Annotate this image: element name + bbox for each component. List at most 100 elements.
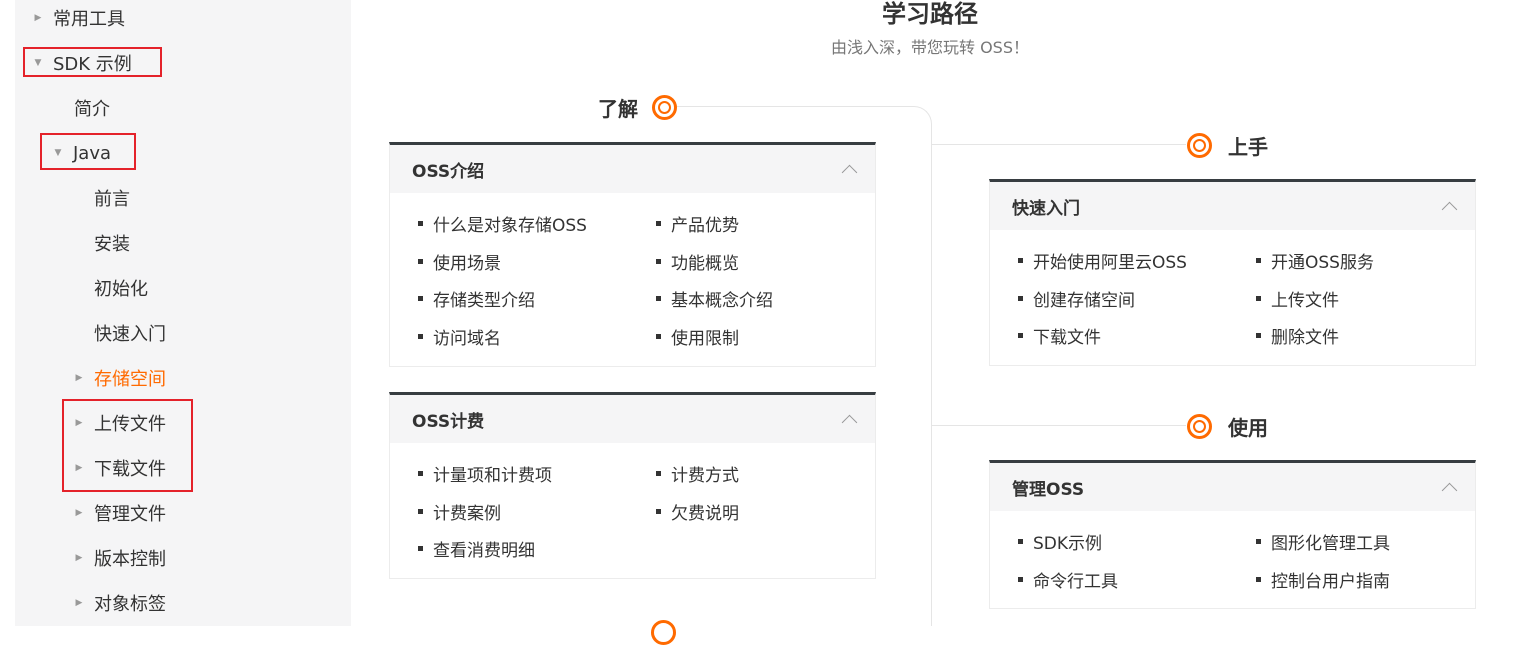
link-label: 下载文件 — [1033, 328, 1101, 349]
sidebar-item-preface[interactable]: 前言 — [94, 183, 130, 213]
link-label: 基本概念介绍 — [671, 291, 773, 312]
bullet-icon — [1018, 258, 1023, 264]
card-link-list: SDK示例 图形化管理工具 命令行工具 控制台用户指南 — [990, 511, 1475, 608]
bullet-icon — [1256, 333, 1261, 339]
card-link[interactable]: 计量项和计费项 — [418, 455, 656, 493]
sidebar-item-label: 存储空间 — [94, 369, 166, 390]
bullet-icon — [418, 546, 423, 552]
bullet-icon — [1256, 295, 1261, 301]
sidebar-item-object-tagging[interactable]: ▶ 对象标签 — [74, 588, 166, 618]
card-link[interactable]: 基本概念介绍 — [656, 280, 856, 318]
card-title: 快速入门 — [1012, 198, 1080, 219]
card-link[interactable]: SDK示例 — [1018, 523, 1256, 561]
card-link[interactable]: 使用限制 — [656, 318, 856, 356]
stage-use: 使用 — [1187, 412, 1268, 441]
bullet-icon — [656, 508, 661, 514]
card-link[interactable]: 控制台用户指南 — [1256, 561, 1456, 599]
card-header[interactable]: 管理OSS — [990, 463, 1475, 511]
sidebar-item-bucket[interactable]: ▶ 存储空间 — [74, 363, 166, 393]
bullet-icon — [1018, 576, 1023, 582]
card-link[interactable]: 上传文件 — [1256, 280, 1456, 318]
sidebar-item-versioning[interactable]: ▶ 版本控制 — [74, 543, 166, 573]
link-label: 使用场景 — [433, 253, 501, 274]
link-label: 使用限制 — [671, 328, 739, 349]
sidebar-item-install[interactable]: 安装 — [94, 228, 130, 258]
link-label: 存储类型介绍 — [433, 291, 535, 312]
sidebar-item-label: 上传文件 — [94, 414, 166, 435]
bullet-icon — [1018, 333, 1023, 339]
card-link[interactable]: 开始使用阿里云OSS — [1018, 242, 1256, 280]
link-label: 计费案例 — [433, 503, 501, 524]
link-label: 命令行工具 — [1033, 571, 1118, 592]
link-label: 功能概览 — [671, 253, 739, 274]
timeline-line — [931, 144, 1186, 145]
card-link-list: 开始使用阿里云OSS 开通OSS服务 创建存储空间 上传文件 下载文件 删除文件 — [990, 230, 1475, 365]
bullet-icon — [418, 333, 423, 339]
card-header[interactable]: 快速入门 — [990, 182, 1475, 230]
card-link[interactable]: 产品优势 — [656, 205, 856, 243]
bullet-icon — [1256, 258, 1261, 264]
card-link[interactable]: 欠费说明 — [656, 493, 856, 531]
card-link-list: 什么是对象存储OSS 产品优势 使用场景 功能概览 存储类型介绍 基本概念介绍 … — [390, 193, 875, 365]
bullet-icon — [1018, 295, 1023, 301]
chevron-up-icon[interactable] — [1441, 482, 1458, 498]
card-header[interactable]: OSS介绍 — [390, 145, 875, 193]
card-link[interactable]: 计费方式 — [656, 455, 856, 493]
caret-right-icon: ▶ — [75, 373, 83, 383]
chevron-up-icon[interactable] — [841, 414, 858, 430]
card-link[interactable]: 计费案例 — [418, 493, 656, 531]
card-link[interactable]: 访问域名 — [418, 318, 656, 356]
link-label: 控制台用户指南 — [1271, 571, 1390, 592]
card-oss-billing: OSS计费 计量项和计费项 计费方式 计费案例 欠费说明 查看消费明细 — [389, 392, 876, 579]
link-label: 产品优势 — [671, 216, 739, 237]
sidebar-item-java[interactable]: ▼ Java — [53, 138, 112, 168]
chevron-up-icon[interactable] — [1441, 201, 1458, 217]
sidebar-item-intro[interactable]: 简介 — [74, 93, 110, 123]
timeline-line — [676, 106, 913, 107]
card-link[interactable]: 使用场景 — [418, 243, 656, 281]
card-link[interactable]: 查看消费明细 — [418, 530, 656, 568]
sidebar-item-label: 管理文件 — [94, 504, 166, 525]
bullet-icon — [656, 221, 661, 227]
page-subtitle: 由浅入深，带您玩转 OSS！ — [831, 38, 1029, 57]
sidebar-item-manage-files[interactable]: ▶ 管理文件 — [74, 498, 166, 528]
sidebar-item-upload[interactable]: ▶ 上传文件 — [74, 408, 166, 438]
caret-right-icon: ▶ — [75, 598, 83, 608]
sidebar-item-label: Java — [73, 142, 112, 164]
sidebar-item-quickstart[interactable]: 快速入门 — [94, 318, 166, 348]
link-label: 图形化管理工具 — [1271, 534, 1390, 555]
sidebar-item-label: 快速入门 — [94, 324, 166, 345]
card-link[interactable]: 开通OSS服务 — [1256, 242, 1456, 280]
card-link[interactable]: 命令行工具 — [1018, 561, 1256, 599]
link-label: 计费方式 — [671, 466, 739, 487]
sidebar-nav: ▶ 常用工具 ▼ SDK 示例 简介 ▼ Java 前言 安装 初始化 快速入门… — [15, 0, 351, 626]
timeline-line — [931, 425, 1186, 426]
chevron-up-icon[interactable] — [841, 164, 858, 180]
bullet-icon — [1256, 539, 1261, 545]
card-link[interactable]: 图形化管理工具 — [1256, 523, 1456, 561]
sidebar-item-init[interactable]: 初始化 — [94, 273, 148, 303]
sidebar-item-label: 简介 — [74, 99, 110, 120]
timeline-line — [931, 144, 932, 626]
card-link[interactable]: 下载文件 — [1018, 317, 1256, 355]
sidebar-item-download[interactable]: ▶ 下载文件 — [74, 453, 166, 483]
bullet-icon — [418, 471, 423, 477]
caret-right-icon: ▶ — [75, 553, 83, 563]
caret-down-icon: ▼ — [54, 148, 62, 158]
link-label: 开通OSS服务 — [1271, 253, 1374, 274]
link-label: 欠费说明 — [671, 503, 739, 524]
card-header[interactable]: OSS计费 — [390, 395, 875, 443]
sidebar-item-label: 下载文件 — [94, 459, 166, 480]
timeline-node-icon — [652, 95, 677, 120]
card-link[interactable]: 什么是对象存储OSS — [418, 205, 656, 243]
card-link[interactable]: 存储类型介绍 — [418, 280, 656, 318]
bullet-icon — [418, 258, 423, 264]
card-link[interactable]: 创建存储空间 — [1018, 280, 1256, 318]
caret-right-icon: ▶ — [75, 418, 83, 428]
card-link[interactable]: 功能概览 — [656, 243, 856, 281]
card-link[interactable]: 删除文件 — [1256, 317, 1456, 355]
timeline-node-icon — [651, 620, 676, 645]
page-title: 学习路径 — [882, 0, 978, 28]
link-label: SDK示例 — [1033, 534, 1103, 555]
link-label: 开始使用阿里云OSS — [1033, 253, 1187, 274]
